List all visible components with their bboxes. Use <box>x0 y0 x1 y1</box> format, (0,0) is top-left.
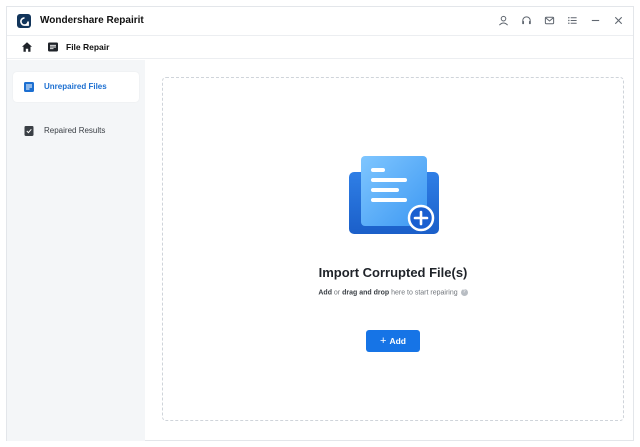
list-menu-icon[interactable] <box>566 13 579 27</box>
breadcrumb-current: File Repair <box>66 42 110 52</box>
subtitle-rest: here to start repairing <box>389 289 458 297</box>
add-button[interactable]: + Add <box>366 330 420 352</box>
user-icon[interactable] <box>497 13 510 27</box>
help-icon[interactable]: ? <box>460 289 468 296</box>
title-bar: Wondershare Repairit <box>7 7 633 35</box>
breadcrumb: File Repair <box>7 35 633 59</box>
subtitle-drag-drop: drag and drop <box>342 289 390 297</box>
sidebar-item-unrepaired-files[interactable]: Unrepaired Files <box>13 72 139 102</box>
add-button-label: Add <box>389 336 406 346</box>
file-repair-icon <box>48 42 58 52</box>
mail-icon[interactable] <box>543 13 556 27</box>
sidebar-item-label: Unrepaired Files <box>44 82 107 91</box>
home-icon[interactable] <box>21 41 33 53</box>
minimize-icon[interactable] <box>589 13 602 27</box>
subtitle-or: or <box>331 289 343 297</box>
sidebar: Unrepaired Files Repaired Results <box>7 60 145 441</box>
app-logo <box>17 14 31 28</box>
subtitle-add: Add <box>318 289 332 297</box>
file-drop-zone[interactable]: Import Corrupted File(s) Add or drag and… <box>162 77 624 421</box>
plus-icon: + <box>380 335 387 347</box>
file-import-illustration <box>349 156 439 234</box>
unrepaired-files-icon <box>24 82 34 92</box>
headset-icon[interactable] <box>520 13 533 27</box>
sidebar-item-label: Repaired Results <box>44 126 106 135</box>
window-controls <box>497 13 625 27</box>
sidebar-item-repaired-results[interactable]: Repaired Results <box>13 116 139 146</box>
app-title: Wondershare Repairit <box>40 15 144 26</box>
drop-zone-subtitle: Add or drag and drop here to start repai… <box>163 289 623 296</box>
app-window: Wondershare Repairit File Repair Unrepai… <box>6 6 634 441</box>
repaired-results-icon <box>24 126 34 136</box>
close-icon[interactable] <box>612 13 625 27</box>
drop-zone-title: Import Corrupted File(s) <box>318 265 468 280</box>
